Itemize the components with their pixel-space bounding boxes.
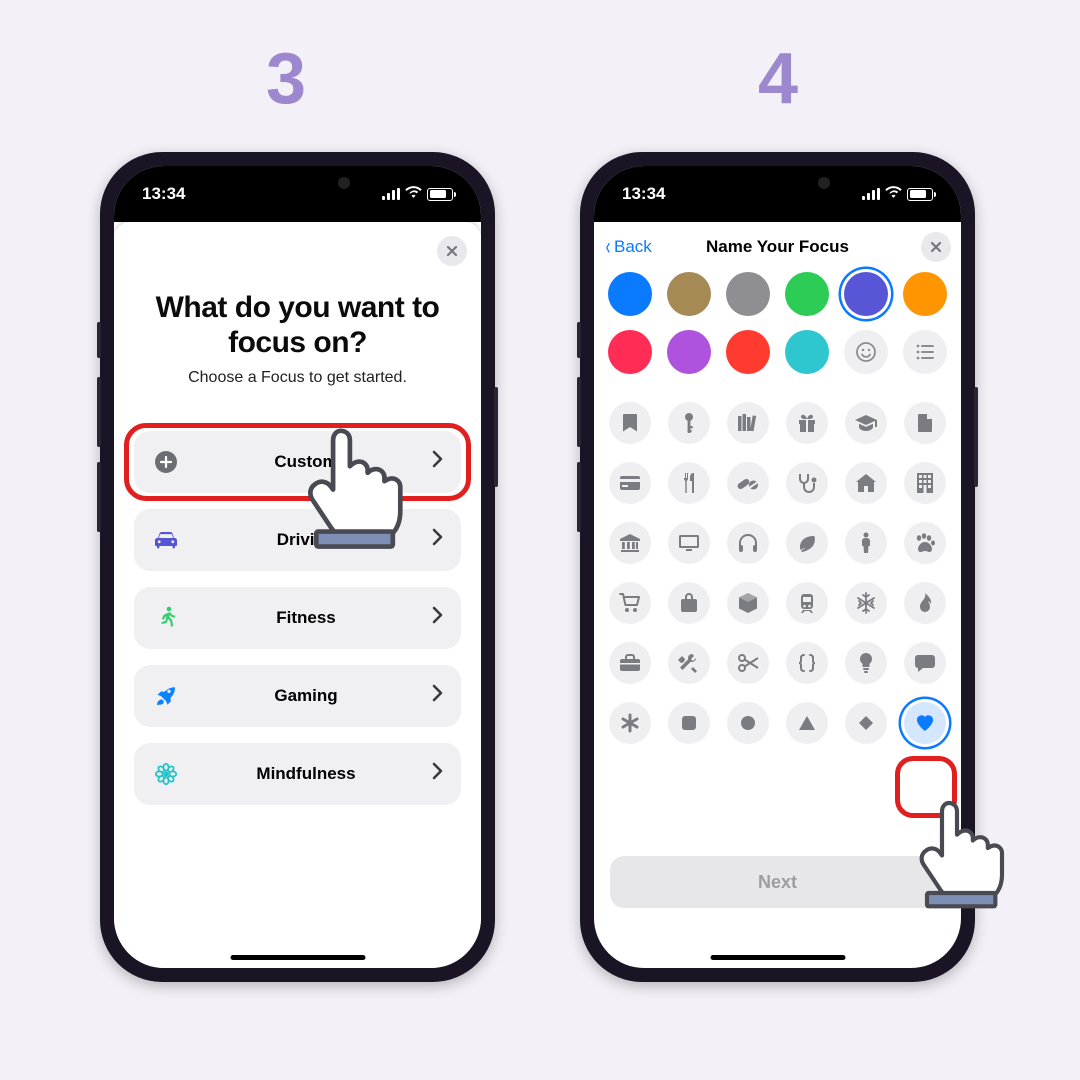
chevron-right-icon <box>432 606 443 629</box>
focus-option-fitness[interactable]: Fitness <box>134 587 461 649</box>
cart-icon[interactable] <box>609 582 651 624</box>
chevron-right-icon <box>432 450 443 473</box>
box-icon[interactable] <box>727 582 769 624</box>
wifi-icon <box>405 184 422 204</box>
status-time: 13:34 <box>622 184 665 204</box>
tap-cursor-icon <box>912 788 1012 913</box>
bag-icon[interactable] <box>668 582 710 624</box>
option-label: Fitness <box>180 608 432 628</box>
grad-cap-icon[interactable] <box>845 402 887 444</box>
color-swatch[interactable] <box>667 272 711 316</box>
color-swatch[interactable] <box>785 330 829 374</box>
chevron-right-icon <box>432 684 443 707</box>
focus-picker-sheet: What do you want to focus on? Choose a F… <box>114 222 481 968</box>
person-icon[interactable] <box>845 522 887 564</box>
color-swatch[interactable] <box>785 272 829 316</box>
option-label: Mindfulness <box>180 764 432 784</box>
document-icon[interactable] <box>904 402 946 444</box>
cellular-icon <box>862 188 880 200</box>
phone-step-3: 13:34 What do you want to focus on? Choo… <box>100 152 495 982</box>
books-icon[interactable] <box>727 402 769 444</box>
color-swatch[interactable] <box>844 272 888 316</box>
scissors-icon[interactable] <box>727 642 769 684</box>
nav-bar: ‹ Back Name Your Focus <box>594 222 961 272</box>
paw-icon[interactable] <box>904 522 946 564</box>
step-number-3: 3 <box>266 38 306 120</box>
color-swatch[interactable] <box>608 330 652 374</box>
snowflake-icon[interactable] <box>845 582 887 624</box>
heart-icon[interactable] <box>904 702 946 744</box>
braces-icon[interactable] <box>786 642 828 684</box>
building-icon[interactable] <box>904 462 946 504</box>
color-swatch[interactable] <box>726 330 770 374</box>
color-swatch[interactable] <box>726 272 770 316</box>
next-label: Next <box>758 872 797 893</box>
color-swatch[interactable] <box>903 272 947 316</box>
pills-icon[interactable] <box>727 462 769 504</box>
step-number-4: 4 <box>758 38 798 120</box>
color-swatch[interactable] <box>667 330 711 374</box>
list-style-button[interactable] <box>903 330 947 374</box>
speech-icon[interactable] <box>904 642 946 684</box>
focus-option-mindfulness[interactable]: Mindfulness <box>134 743 461 805</box>
home-indicator <box>230 955 365 960</box>
rocket-icon <box>152 685 180 707</box>
stethoscope-icon[interactable] <box>786 462 828 504</box>
diamond-icon[interactable] <box>845 702 887 744</box>
back-label: Back <box>614 237 652 257</box>
cellular-icon <box>382 188 400 200</box>
circle-icon[interactable] <box>727 702 769 744</box>
focus-option-gaming[interactable]: Gaming <box>134 665 461 727</box>
car-icon <box>152 531 180 549</box>
bank-icon[interactable] <box>609 522 651 564</box>
next-button[interactable]: Next <box>610 856 945 908</box>
triangle-icon[interactable] <box>786 702 828 744</box>
display-icon[interactable] <box>668 522 710 564</box>
briefcase-icon[interactable] <box>609 642 651 684</box>
credit-card-icon[interactable] <box>609 462 651 504</box>
color-swatch[interactable] <box>608 272 652 316</box>
sheet-subtitle: Choose a Focus to get started. <box>132 369 463 387</box>
square-icon[interactable] <box>668 702 710 744</box>
asterisk-icon[interactable] <box>609 702 651 744</box>
battery-icon <box>907 188 933 201</box>
dynamic-island <box>718 166 838 200</box>
bookmark-icon[interactable] <box>609 402 651 444</box>
home-indicator <box>710 955 845 960</box>
tools-icon[interactable] <box>668 642 710 684</box>
color-swatch-grid <box>606 272 949 374</box>
flower-icon <box>152 763 180 785</box>
close-button[interactable] <box>921 232 951 262</box>
back-button[interactable]: ‹ Back <box>604 237 652 257</box>
chevron-right-icon <box>432 762 443 785</box>
house-icon[interactable] <box>845 462 887 504</box>
chevron-right-icon <box>432 528 443 551</box>
headphones-icon[interactable] <box>727 522 769 564</box>
tap-cursor-icon <box>298 414 413 554</box>
gift-icon[interactable] <box>786 402 828 444</box>
option-label: Gaming <box>180 686 432 706</box>
battery-icon <box>427 188 453 201</box>
lightbulb-icon[interactable] <box>845 642 887 684</box>
tram-icon[interactable] <box>786 582 828 624</box>
emoji-picker-button[interactable] <box>844 330 888 374</box>
leaf-icon[interactable] <box>786 522 828 564</box>
status-time: 13:34 <box>142 184 185 204</box>
key-icon[interactable] <box>668 402 710 444</box>
plus-circle-icon <box>152 451 180 473</box>
dynamic-island <box>238 166 358 200</box>
wifi-icon <box>885 184 902 204</box>
icon-grid <box>606 402 949 744</box>
flame-icon[interactable] <box>904 582 946 624</box>
nav-title: Name Your Focus <box>706 237 849 257</box>
running-icon <box>152 606 180 630</box>
close-button[interactable] <box>437 236 467 266</box>
fork-knife-icon[interactable] <box>668 462 710 504</box>
sheet-title: What do you want to focus on? <box>142 290 453 361</box>
